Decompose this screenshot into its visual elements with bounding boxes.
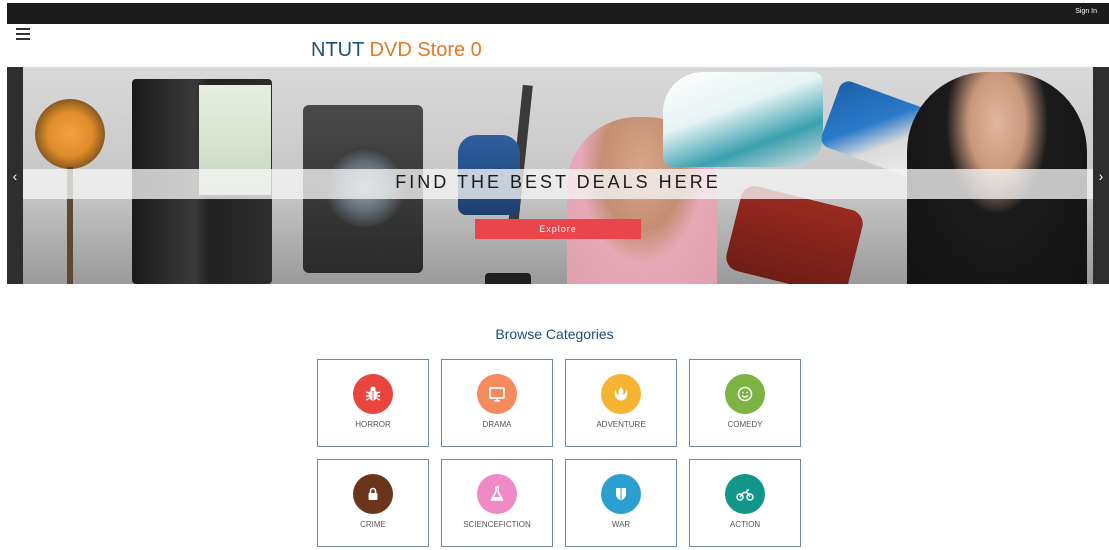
- category-label: WAR: [611, 520, 631, 529]
- header: NTUT DVD Store 0: [7, 24, 1109, 67]
- flask-icon: [477, 474, 517, 514]
- steam-iron-image: [663, 72, 823, 167]
- sign-in-link[interactable]: Sign In: [1075, 8, 1097, 15]
- browse-categories-title: Browse Categories: [495, 326, 614, 342]
- explore-button[interactable]: Explore: [475, 219, 641, 239]
- top-bar: Sign In: [7, 3, 1109, 24]
- monitor-icon: [477, 374, 517, 414]
- category-tile-drama[interactable]: DRAMA: [441, 359, 553, 447]
- carousel-next-button[interactable]: ›: [1093, 67, 1109, 284]
- chevron-right-icon: ›: [1098, 167, 1104, 184]
- category-label: HORROR: [355, 420, 391, 429]
- category-tile-crime[interactable]: CRIME: [317, 459, 429, 547]
- category-label: SCIENCEFICTION: [463, 520, 531, 529]
- smile-icon: [725, 374, 765, 414]
- hero-title: FIND THE BEST DEALS HERE: [395, 172, 721, 192]
- category-label: ACTION: [729, 520, 761, 529]
- category-label: CRIME: [360, 520, 386, 529]
- category-tile-war[interactable]: WAR: [565, 459, 677, 547]
- brand-name-part2: DVD Store 0: [369, 39, 482, 61]
- brand-name-part1: NTUT: [311, 39, 364, 61]
- hero-carousel: FIND THE BEST DEALS HERE Explore ‹ ›: [7, 67, 1109, 284]
- fan-image: [35, 99, 105, 169]
- category-label: DRAMA: [482, 420, 512, 429]
- motorcycle-icon: [725, 474, 765, 514]
- rebel-icon: [601, 374, 641, 414]
- bug-icon: [353, 374, 393, 414]
- chevron-left-icon: ‹: [12, 167, 18, 184]
- category-tile-horror[interactable]: HORROR: [317, 359, 429, 447]
- category-label: COMEDY: [727, 420, 763, 429]
- category-tile-comedy[interactable]: COMEDY: [689, 359, 801, 447]
- category-tile-action[interactable]: ACTION: [689, 459, 801, 547]
- store-logo[interactable]: NTUT DVD Store 0: [311, 39, 482, 62]
- shield-icon: [601, 474, 641, 514]
- category-tile-adventure[interactable]: ADVENTURE: [565, 359, 677, 447]
- device-image: [485, 273, 531, 284]
- menu-icon[interactable]: [16, 28, 30, 40]
- carousel-prev-button[interactable]: ‹: [7, 67, 23, 284]
- category-tile-sciencefiction[interactable]: SCIENCEFICTION: [441, 459, 553, 547]
- lock-icon: [353, 474, 393, 514]
- category-label: ADVENTURE: [596, 420, 646, 429]
